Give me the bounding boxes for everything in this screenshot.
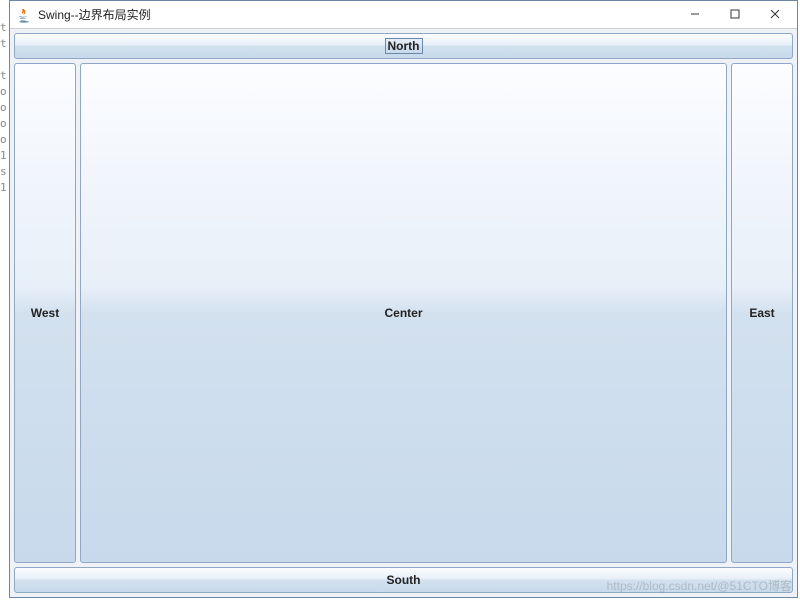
- border-layout-content: North West Center East South: [10, 29, 797, 597]
- window-controls: [675, 1, 795, 28]
- north-label: North: [385, 38, 423, 54]
- java-icon: [16, 7, 32, 23]
- minimize-button[interactable]: [675, 1, 715, 27]
- east-label: East: [749, 306, 774, 320]
- swing-window: Swing--边界布局实例 North West Center Ea: [9, 0, 798, 598]
- south-label: South: [387, 573, 421, 587]
- window-title: Swing--边界布局实例: [38, 6, 675, 23]
- west-label: West: [31, 306, 59, 320]
- west-button[interactable]: West: [14, 63, 76, 563]
- south-button[interactable]: South: [14, 567, 793, 593]
- east-button[interactable]: East: [731, 63, 793, 563]
- close-button[interactable]: [755, 1, 795, 27]
- center-button[interactable]: Center: [80, 63, 727, 563]
- center-label: Center: [384, 306, 422, 320]
- titlebar: Swing--边界布局实例: [10, 1, 797, 29]
- maximize-button[interactable]: [715, 1, 755, 27]
- middle-row: West Center East: [14, 63, 793, 563]
- north-button[interactable]: North: [14, 33, 793, 59]
